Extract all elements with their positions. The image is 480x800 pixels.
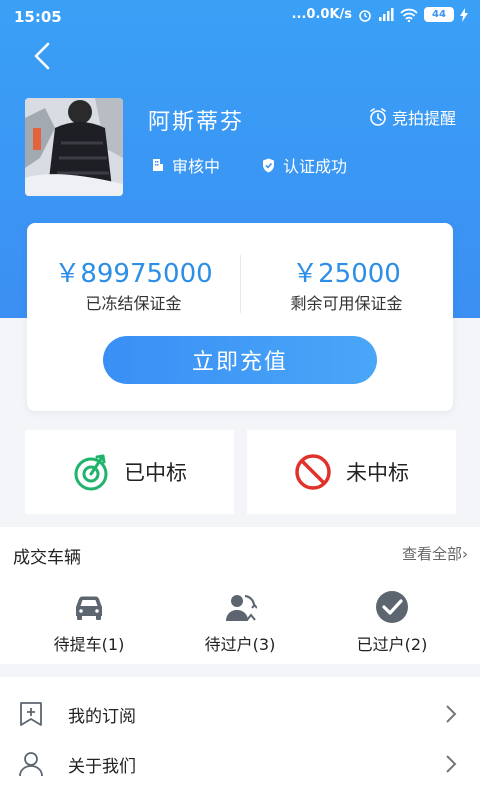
deal-transferred-label: 已过户(2)	[356, 635, 428, 654]
user-name: 阿斯蒂芬	[148, 110, 245, 135]
alarm-icon	[359, 9, 371, 22]
menu-item-about-us-label: 关于我们	[68, 757, 136, 777]
available-deposit-label: 剩余可用保证金	[290, 294, 403, 313]
network-speed: ...0.0K/s	[291, 7, 352, 22]
verify-status-label: 认证成功	[283, 157, 348, 176]
view-all-link[interactable]: 查看全部›	[402, 543, 468, 564]
view-all-label: 查看全部	[401, 545, 462, 563]
review-status-label: 审核中	[172, 157, 221, 176]
building-icon	[153, 159, 163, 171]
status-bar: 15:05 ...0.0K/s 44	[0, 0, 480, 34]
recharge-button[interactable]: 立即充值	[103, 336, 377, 384]
auction-reminder-button[interactable]: 竞拍提醒	[368, 105, 456, 129]
deals-title: 成交车辆	[13, 548, 81, 568]
deals-panel: 成交车辆 查看全部› 待提车(1) 待过户(3) 已过户(2)	[0, 527, 480, 664]
chevron-right-icon	[446, 705, 457, 723]
review-status-badge: 审核中	[152, 153, 220, 177]
wifi-icon	[400, 8, 418, 22]
trophy-target-icon	[74, 454, 108, 491]
bookmark-add-icon	[20, 702, 42, 726]
frozen-deposit-amount: ￥89975000	[54, 259, 213, 289]
user-icon	[19, 752, 43, 777]
won-bids-card[interactable]: 已中标	[25, 430, 234, 514]
deal-transferred[interactable]: 已过户(2)	[312, 589, 472, 655]
won-bids-label: 已中标	[124, 461, 187, 485]
deal-pending-transfer-label: 待过户(3)	[204, 635, 276, 654]
deposit-card: ￥89975000 已冻结保证金 ￥25000 剩余可用保证金 立即充值	[27, 223, 453, 411]
prohibited-icon	[295, 454, 331, 490]
verify-status-badge: 认证成功	[262, 153, 347, 177]
lost-bids-label: 未中标	[346, 461, 409, 485]
battery-icon: 44	[424, 7, 454, 22]
transfer-icon	[226, 594, 257, 621]
car-icon	[76, 596, 102, 620]
back-arrow-icon[interactable]	[28, 40, 58, 72]
available-deposit-amount: ￥25000	[292, 259, 401, 289]
shield-check-icon	[263, 158, 274, 172]
alarm-clock-icon	[370, 108, 386, 126]
menu-panel: 我的订阅 关于我们	[0, 677, 480, 800]
auction-reminder-label: 竞拍提醒	[391, 109, 456, 128]
avatar[interactable]	[25, 98, 123, 196]
lost-bids-card[interactable]: 未中标	[247, 430, 456, 514]
avatar-photo	[25, 98, 123, 196]
charging-icon	[460, 7, 468, 22]
status-time: 15:05	[14, 8, 62, 26]
menu-item-subscriptions[interactable]: 我的订阅	[0, 689, 480, 739]
menu-item-subscriptions-label: 我的订阅	[68, 707, 136, 727]
deal-pending-pickup[interactable]: 待提车(1)	[9, 589, 169, 655]
chevron-right-icon	[446, 755, 457, 773]
frozen-deposit-label: 已冻结保证金	[85, 294, 182, 313]
signal-icon	[379, 7, 394, 21]
chevron-right-icon: ›	[462, 545, 468, 563]
deal-pending-pickup-label: 待提车(1)	[53, 635, 125, 654]
deal-pending-transfer[interactable]: 待过户(3)	[160, 589, 320, 655]
menu-item-about-us[interactable]: 关于我们	[0, 739, 480, 789]
check-circle-icon	[376, 591, 408, 623]
